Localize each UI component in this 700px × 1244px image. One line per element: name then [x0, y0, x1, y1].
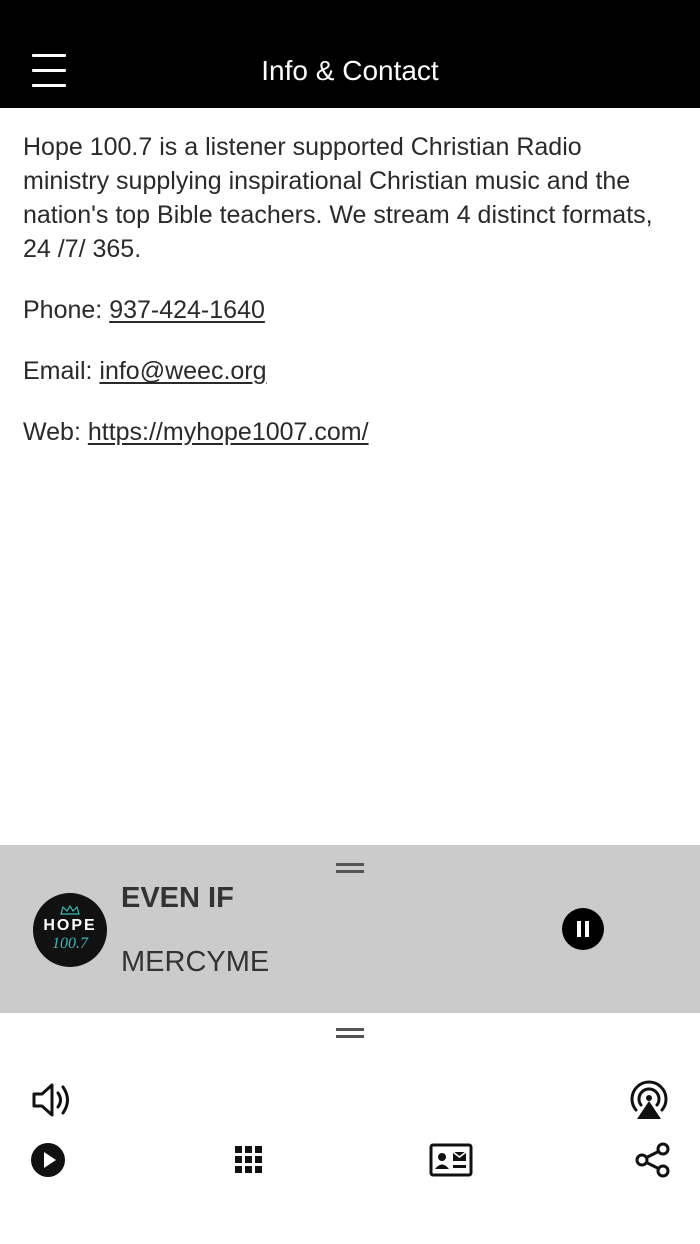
web-label: Web: [23, 418, 88, 446]
artist-name: MERCYME [121, 946, 270, 978]
play-icon[interactable] [30, 1142, 66, 1183]
phone-label: Phone: [23, 296, 110, 324]
volume-icon[interactable] [30, 1078, 74, 1127]
drag-handle-icon[interactable] [336, 863, 364, 873]
info-content: Hope 100.7 is a listener supported Chris… [23, 130, 673, 476]
email-label: Email: [23, 357, 100, 385]
logo-text-frequency: 100.7 [52, 935, 88, 952]
page-title: Info & Contact [261, 55, 439, 86]
email-row: Email: info@weec.org [23, 354, 673, 388]
airplay-icon[interactable] [626, 1077, 672, 1128]
web-link[interactable]: https://myhope1007.com/ [88, 418, 369, 446]
pause-button[interactable] [562, 908, 604, 950]
email-link[interactable]: info@weec.org [99, 357, 266, 385]
app-header: Info & Contact [0, 0, 700, 108]
phone-link[interactable]: 937-424-1640 [109, 296, 265, 324]
now-playing-bar[interactable]: HOPE 100.7 EVEN IF MERCYME [0, 845, 700, 1013]
pause-icon [577, 921, 581, 937]
crown-icon [60, 905, 80, 915]
share-icon[interactable] [634, 1141, 672, 1184]
logo-text-hope: HOPE [43, 917, 97, 934]
station-logo: HOPE 100.7 [33, 893, 107, 967]
web-row: Web: https://myhope1007.com/ [23, 415, 673, 449]
contact-card-icon[interactable] [429, 1143, 473, 1182]
station-description: Hope 100.7 is a listener supported Chris… [23, 133, 653, 263]
drawer-handle-icon[interactable] [336, 1028, 364, 1038]
song-title: EVEN IF [121, 882, 234, 914]
grid-icon[interactable] [234, 1145, 264, 1180]
phone-row: Phone: 937-424-1640 [23, 293, 673, 327]
